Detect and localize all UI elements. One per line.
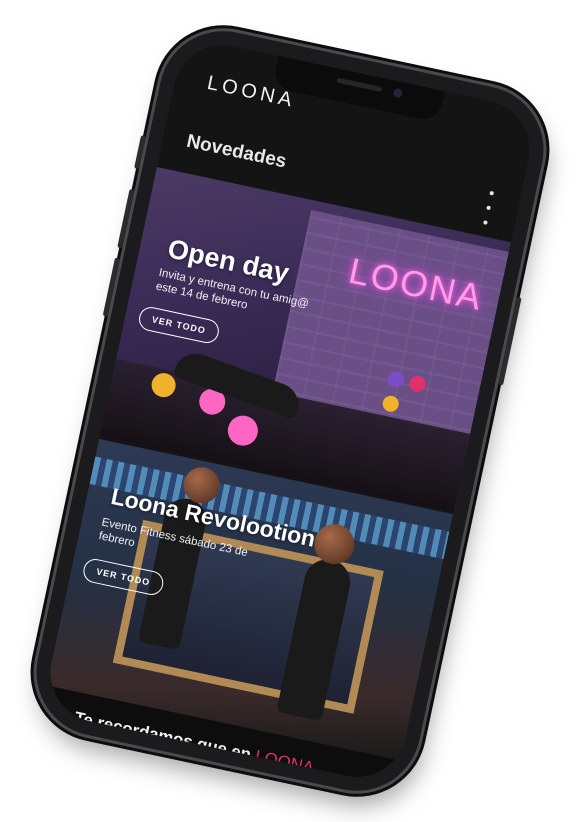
mute-switch [134, 135, 147, 170]
volume-up-button [117, 188, 135, 249]
ver-todo-button[interactable]: VER TODO [136, 304, 221, 346]
front-camera [392, 87, 404, 99]
volume-down-button [102, 257, 121, 318]
stage: LOONA Novedades LOONA Open day Invita y … [0, 0, 579, 822]
power-button [498, 296, 522, 386]
more-vertical-icon[interactable] [476, 189, 501, 226]
page-title: Novedades [184, 130, 289, 173]
reminder-brand: LOONA [253, 746, 316, 778]
phone-frame: LOONA Novedades LOONA Open day Invita y … [24, 19, 556, 803]
speaker-grille [336, 77, 383, 93]
phone-screen: LOONA Novedades LOONA Open day Invita y … [41, 35, 539, 787]
notch [271, 55, 445, 123]
